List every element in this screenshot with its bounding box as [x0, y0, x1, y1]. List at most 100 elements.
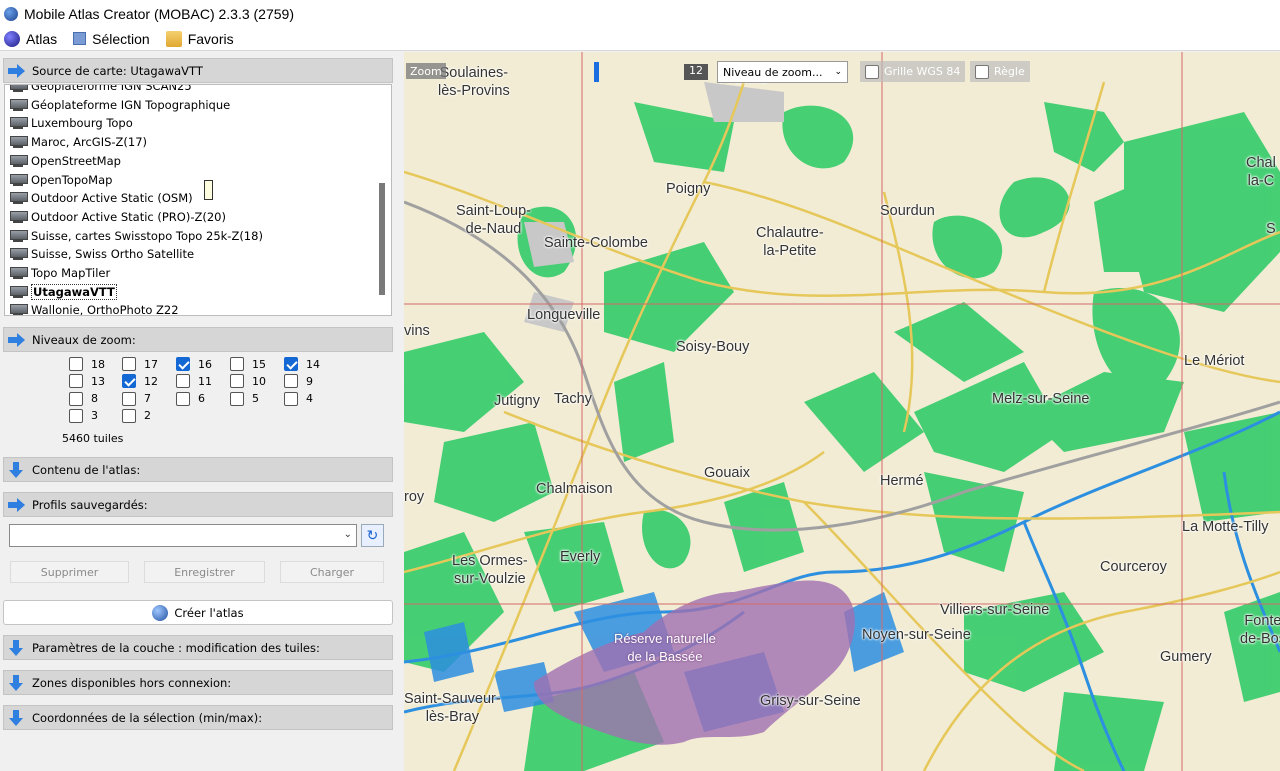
zoom-level-label: 4 [306, 392, 313, 406]
zoom-level-checkbox[interactable]: 6 [176, 391, 205, 406]
server-icon [9, 173, 28, 187]
checkbox-box[interactable] [69, 408, 83, 423]
map-source-item[interactable]: OpenStreetMap [9, 152, 121, 170]
zoom-levels-header[interactable]: Niveaux de zoom: [3, 327, 393, 352]
delete-profile-label: Supprimer [40, 565, 99, 579]
zoom-level-label: 2 [144, 409, 151, 423]
refresh-profiles-button[interactable]: ↻ [361, 524, 384, 547]
delete-profile-button[interactable]: Supprimer [10, 561, 129, 583]
menu-selection[interactable]: Sélection [73, 31, 150, 47]
map-view[interactable]: Soulaines-lès-ProvinsProvinsPoignySaint-… [404, 52, 1280, 771]
profiles-header[interactable]: Profils sauvegardés: [3, 492, 393, 517]
checkbox-box[interactable] [176, 357, 190, 371]
checkbox-box[interactable] [230, 391, 244, 406]
checkbox-box[interactable] [284, 357, 298, 371]
zoom-level-checkbox[interactable]: 7 [122, 391, 151, 406]
checkbox-box[interactable] [284, 391, 298, 406]
zoom-level-checkbox[interactable]: 16 [176, 357, 212, 371]
map-source-item[interactable]: Luxembourg Topo [9, 114, 133, 132]
map-source-item[interactable]: Topo MapTiler [9, 264, 110, 282]
zoom-level-checkbox[interactable]: 3 [69, 408, 98, 423]
map-source-item[interactable]: Maroc, ArcGIS-Z(17) [9, 133, 147, 151]
map-source-item-label: Géoplateforme IGN Topographique [31, 97, 231, 112]
place-label: Melz-sur-Seine [992, 391, 1090, 407]
map-source-item[interactable]: OpenTopoMap [9, 171, 112, 189]
zoom-level-checkbox[interactable]: 18 [69, 357, 105, 371]
map-source-item[interactable]: Géoplateforme IGN SCAN25 [9, 85, 192, 95]
map-source-item[interactable]: Géoplateforme IGN Topographique [9, 96, 230, 114]
checkbox-box[interactable] [122, 391, 136, 406]
map-source-item-label: Outdoor Active Static (OSM) [31, 191, 193, 206]
zoom-slider-knob[interactable] [594, 62, 599, 82]
zoom-level-checkbox[interactable]: 15 [230, 357, 266, 371]
zoom-level-select[interactable]: Niveau de zoom... ⌄ [717, 61, 848, 83]
checkbox-box[interactable] [176, 374, 190, 389]
map-canvas [404, 52, 1280, 771]
grid-checkbox[interactable] [865, 64, 879, 79]
zoom-level-checkbox[interactable]: 17 [122, 357, 158, 371]
zoom-level-checkbox[interactable]: 4 [284, 391, 313, 406]
checkbox-box[interactable] [69, 357, 83, 371]
checkbox-box[interactable] [176, 391, 190, 406]
coords-header[interactable]: Coordonnées de la sélection (min/max): [3, 705, 393, 730]
map-source-item[interactable]: Suisse, Swiss Ortho Satellite [9, 245, 194, 263]
server-icon [9, 191, 28, 205]
create-atlas-button[interactable]: Créer l'atlas [3, 600, 393, 625]
checkbox-box[interactable] [122, 374, 136, 389]
zoom-level-label: 12 [144, 374, 158, 388]
ruler-checkbox[interactable] [975, 64, 989, 79]
menu-favoris[interactable]: Favoris [165, 30, 234, 47]
menu-atlas[interactable]: Atlas [4, 30, 57, 47]
zoom-level-label: 17 [144, 357, 158, 371]
zoom-level-label: 6 [198, 392, 205, 406]
zoom-level-checkbox[interactable]: 11 [176, 374, 212, 389]
checkbox-box[interactable] [122, 357, 136, 371]
map-source-item-label: Outdoor Active Static (PRO)-Z(20) [31, 209, 226, 224]
zoom-level-checkbox[interactable]: 10 [230, 374, 266, 389]
ruler-toggle[interactable]: Règle [970, 61, 1030, 82]
load-profile-button[interactable]: Charger [280, 561, 384, 583]
checkbox-box[interactable] [284, 374, 298, 389]
atlas-content-header[interactable]: Contenu de l'atlas: [3, 457, 393, 482]
map-source-item[interactable]: Wallonie, OrthoPhoto Z22 [9, 301, 179, 315]
zoom-level-label: 9 [306, 374, 313, 388]
map-source-item[interactable]: Outdoor Active Static (OSM) [9, 189, 193, 207]
grid-toggle[interactable]: Grille WGS 84 [860, 61, 966, 82]
profile-combobox[interactable]: ⌄ [9, 524, 357, 547]
checkbox-box[interactable] [69, 374, 83, 389]
chevron-down-icon: ⌄ [343, 529, 352, 540]
server-icon [9, 210, 28, 224]
place-label: Everly [560, 549, 601, 565]
place-label: Villiers-sur-Seine [940, 602, 1050, 618]
checkbox-box[interactable] [230, 374, 244, 389]
map-source-list[interactable]: Géoplateforme IGN SCAN25 Géoplateforme IG… [4, 84, 392, 316]
scrollbar-thumb[interactable] [379, 183, 385, 295]
zoom-level-checkbox[interactable]: 13 [69, 374, 105, 389]
zoom-level-label: 18 [91, 357, 105, 371]
zoom-levels-title: Niveaux de zoom: [32, 332, 136, 347]
server-icon [9, 247, 28, 261]
checkbox-box[interactable] [122, 408, 136, 423]
refresh-icon: ↻ [366, 527, 379, 544]
place-label: Soisy-Bouy [676, 339, 750, 355]
checkbox-box[interactable] [230, 357, 244, 371]
layer-params-header[interactable]: Paramètres de la couche : modification d… [3, 635, 393, 660]
map-source-header[interactable]: Source de carte: UtagawaVTT [3, 58, 393, 83]
checkbox-box[interactable] [69, 391, 83, 406]
zoom-level-checkbox[interactable]: 5 [230, 391, 259, 406]
place-label: Saint-Loup-de-Naud [456, 203, 531, 237]
save-profile-button[interactable]: Enregistrer [144, 561, 265, 583]
map-source-item[interactable]: Outdoor Active Static (PRO)-Z(20) [9, 208, 226, 226]
map-source-item-label: Maroc, ArcGIS-Z(17) [31, 135, 148, 150]
zoom-level-checkbox[interactable]: 8 [69, 391, 98, 406]
map-source-item-label: Topo MapTiler [31, 266, 111, 280]
place-label: S [1266, 221, 1276, 237]
zoom-level-checkbox[interactable]: 9 [284, 374, 313, 389]
map-source-item[interactable]: Suisse, cartes Swisstopo Topo 25k-Z(18) [9, 227, 263, 245]
map-source-item[interactable]: UtagawaVTT [9, 283, 117, 301]
map-source-item-label: Suisse, Swiss Ortho Satellite [31, 247, 195, 262]
zoom-level-checkbox[interactable]: 2 [122, 408, 151, 423]
zoom-level-checkbox[interactable]: 14 [284, 357, 320, 371]
zoom-level-checkbox[interactable]: 12 [122, 374, 158, 389]
offline-zones-header[interactable]: Zones disponibles hors connexion: [3, 670, 393, 695]
